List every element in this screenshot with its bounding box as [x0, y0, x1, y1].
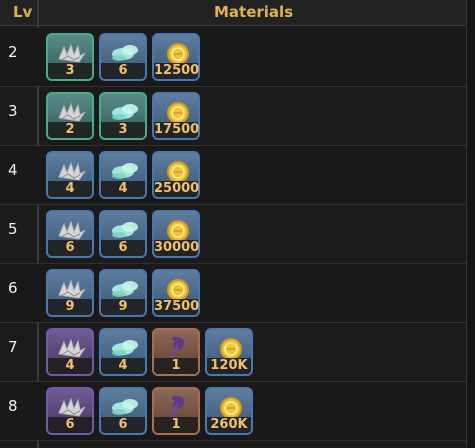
material-slot[interactable]: 17500 — [152, 92, 200, 140]
material-count: 6 — [101, 240, 145, 256]
coin-icon — [167, 43, 189, 65]
material-count: 1 — [154, 358, 198, 374]
material-count: 3 — [101, 122, 145, 138]
materials-list: 3 6 12500 — [46, 33, 200, 81]
table-row: 2 3 6 12500 — [0, 28, 466, 87]
coin-icon — [220, 338, 242, 360]
crystal-icon — [112, 222, 138, 238]
coin-icon — [167, 161, 189, 183]
level-column-header: Lv — [13, 3, 33, 21]
shell-icon — [58, 43, 86, 63]
material-slot[interactable]: 4 — [99, 328, 147, 376]
material-count: 4 — [48, 181, 92, 197]
material-count: 6 — [48, 417, 92, 433]
material-count: 9 — [48, 299, 92, 315]
shell-icon — [58, 397, 86, 417]
crystal-icon — [112, 45, 138, 61]
material-count: 260K — [207, 417, 251, 433]
crystal-icon — [112, 340, 138, 356]
material-count: 1 — [154, 417, 198, 433]
material-count: 30000 — [154, 240, 200, 256]
level-value: 5 — [8, 220, 18, 238]
material-count: 4 — [101, 358, 145, 374]
coin-icon — [167, 102, 189, 124]
shell-icon — [58, 338, 86, 358]
material-slot[interactable]: 3 — [99, 92, 147, 140]
tentacle-icon — [170, 336, 185, 359]
materials-list: 6 6 1 260K — [46, 387, 253, 435]
material-count: 4 — [101, 181, 145, 197]
materials-list: 4 4 1 120K — [46, 328, 253, 376]
material-count: 6 — [48, 240, 92, 256]
material-count: 6 — [101, 63, 145, 79]
material-count: 12500 — [154, 63, 200, 79]
material-slot[interactable]: 1 — [152, 328, 200, 376]
table-row: 4 4 4 25000 — [0, 146, 466, 205]
crystal-icon — [112, 399, 138, 415]
coin-icon — [167, 279, 189, 301]
shell-icon — [58, 279, 86, 299]
material-count: 4 — [48, 358, 92, 374]
material-slot[interactable]: 6 — [46, 387, 94, 435]
coin-icon — [220, 397, 242, 419]
coin-icon — [167, 220, 189, 242]
level-value: 4 — [8, 161, 18, 179]
material-slot[interactable]: 9 — [99, 269, 147, 317]
shell-icon — [58, 161, 86, 181]
material-slot[interactable]: 4 — [46, 328, 94, 376]
materials-table: Lv Materials 2 3 6 12500 3 2 3 17500 4 4 4 25000 5 6 6… — [0, 0, 475, 448]
materials-column-header: Materials — [214, 3, 294, 21]
material-slot[interactable]: 4 — [46, 151, 94, 199]
level-value: 6 — [8, 279, 18, 297]
crystal-icon — [112, 163, 138, 179]
material-slot[interactable]: 37500 — [152, 269, 200, 317]
material-count: 17500 — [154, 122, 200, 138]
table-row: 5 6 6 30000 — [0, 205, 466, 264]
material-slot[interactable]: 6 — [99, 387, 147, 435]
material-count: 9 — [101, 299, 145, 315]
tentacle-icon — [170, 395, 185, 418]
material-count: 120K — [207, 358, 251, 374]
material-count: 25000 — [154, 181, 200, 197]
shell-icon — [58, 220, 86, 240]
level-value: 7 — [8, 338, 18, 356]
material-slot[interactable]: 120K — [205, 328, 253, 376]
table-header: Lv Materials — [0, 0, 475, 26]
materials-list: 9 9 37500 — [46, 269, 200, 317]
material-slot[interactable]: 2 — [46, 92, 94, 140]
material-slot[interactable]: 1 — [152, 387, 200, 435]
materials-list: 2 3 17500 — [46, 92, 200, 140]
material-slot[interactable]: 30000 — [152, 210, 200, 258]
table-row: 6 9 9 37500 — [0, 264, 466, 323]
material-slot[interactable]: 260K — [205, 387, 253, 435]
material-slot[interactable]: 6 — [46, 210, 94, 258]
crystal-icon — [112, 281, 138, 297]
crystal-icon — [112, 104, 138, 120]
materials-list: 4 4 25000 — [46, 151, 200, 199]
level-value: 3 — [8, 102, 18, 120]
material-count: 6 — [101, 417, 145, 433]
table-row: 7 4 4 1 120K — [0, 323, 466, 382]
material-slot[interactable]: 6 — [99, 210, 147, 258]
material-slot[interactable]: 6 — [99, 33, 147, 81]
right-table-column — [466, 0, 475, 448]
level-value: 2 — [8, 43, 18, 61]
material-slot[interactable]: 9 — [46, 269, 94, 317]
material-slot[interactable]: 12500 — [152, 33, 200, 81]
material-count: 37500 — [154, 299, 200, 315]
materials-list: 6 6 30000 — [46, 210, 200, 258]
material-count: 3 — [48, 63, 92, 79]
material-slot[interactable]: 4 — [99, 151, 147, 199]
material-count: 2 — [48, 122, 92, 138]
material-slot[interactable]: 25000 — [152, 151, 200, 199]
table-row: 3 2 3 17500 — [0, 87, 466, 146]
shell-icon — [58, 102, 86, 122]
table-row: 8 6 6 1 260K — [0, 382, 466, 441]
level-value: 8 — [8, 397, 18, 415]
material-slot[interactable]: 3 — [46, 33, 94, 81]
